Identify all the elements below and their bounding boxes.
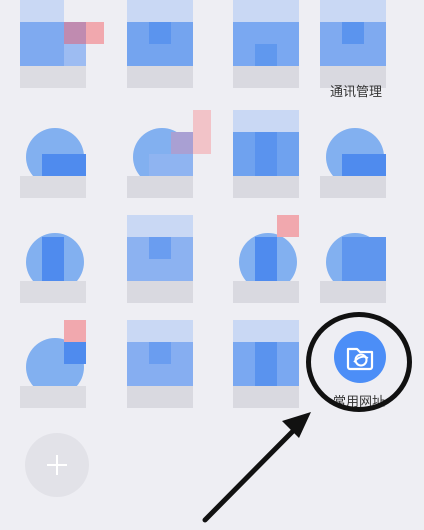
pointer-arrow — [202, 412, 311, 523]
